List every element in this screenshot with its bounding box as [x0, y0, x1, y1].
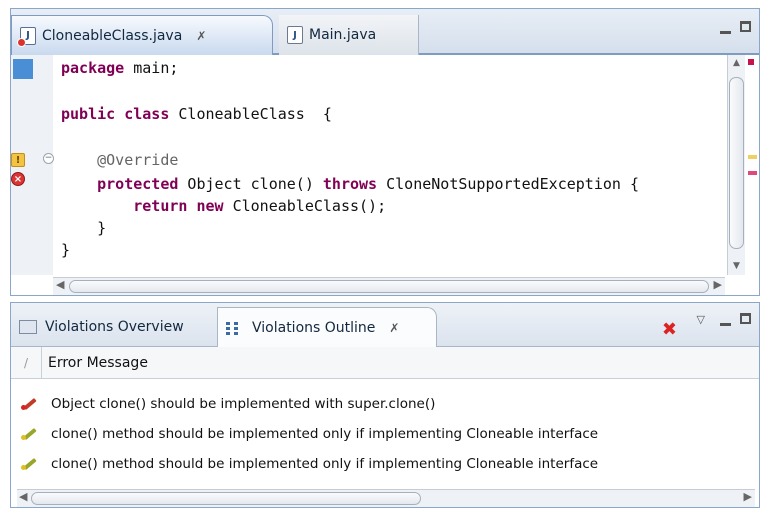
scroll-right-icon[interactable]: ▶ [714, 278, 722, 291]
vertical-scrollbar[interactable]: ▲ ▼ [727, 55, 745, 275]
violation-message: Object clone() should be implemented wit… [51, 396, 436, 412]
code-text: CloneNotSupportedException { [377, 175, 639, 193]
violations-view: Violations Overview Violations Outline ✗… [10, 302, 760, 508]
error-overview-mark[interactable] [748, 171, 757, 175]
table-header: / Error Message [11, 347, 759, 379]
violations-tab-bar: Violations Overview Violations Outline ✗… [11, 303, 759, 347]
code-line[interactable]: @Override [61, 151, 178, 169]
warning-overview-mark[interactable] [748, 155, 757, 159]
column-header-error-message[interactable]: Error Message [41, 347, 148, 378]
fold-collapse-icon[interactable]: − [43, 153, 54, 164]
error-overview-mark[interactable] [748, 59, 754, 65]
code-keyword: return new [61, 197, 224, 215]
scroll-left-icon[interactable]: ◀ [19, 490, 27, 503]
remove-violation-icon[interactable]: ✖ [662, 319, 677, 340]
scroll-thumb[interactable] [69, 280, 709, 293]
horizontal-scrollbar[interactable]: ◀ ▶ [17, 489, 755, 507]
error-violation-icon [21, 396, 37, 412]
view-menu-icon[interactable]: ▽ [697, 313, 705, 326]
overview-ruler[interactable] [745, 55, 759, 275]
code-keyword: package [61, 59, 125, 77]
tab-label: CloneableClass.java [42, 27, 183, 44]
violation-message: clone() method should be implemented onl… [51, 426, 599, 442]
scroll-thumb[interactable] [31, 492, 421, 505]
tab-cloneableclass-java[interactable]: J CloneableClass.java ✗ [11, 15, 273, 55]
violation-message: clone() method should be implemented onl… [51, 456, 599, 472]
code-line[interactable]: public class CloneableClass { [61, 105, 332, 123]
code-keyword: throws [322, 175, 378, 193]
tab-label: Violations Overview [45, 319, 184, 335]
scroll-down-icon[interactable]: ▼ [730, 260, 743, 273]
tab-label: Violations Outline [252, 319, 376, 336]
code-text: CloneableClass { [169, 105, 332, 123]
maximize-icon[interactable] [740, 21, 751, 36]
tab-label: Main.java [309, 27, 377, 43]
code-text: } [61, 241, 71, 259]
code-line[interactable]: return new CloneableClass(); [61, 197, 386, 215]
horizontal-scrollbar[interactable]: ◀ ▶ [53, 277, 725, 295]
code-annotation: @Override [61, 151, 179, 169]
editor-body: ! × − package main; public class Cloneabl… [11, 55, 759, 297]
warning-icon[interactable]: ! [11, 153, 25, 167]
outline-icon [226, 321, 244, 335]
code-line[interactable]: protected Object clone() throws CloneNot… [61, 175, 639, 193]
maximize-icon[interactable] [740, 313, 751, 328]
tab-violations-overview[interactable]: Violations Overview [11, 307, 215, 347]
minimize-icon[interactable] [720, 23, 731, 38]
tab-violations-outline[interactable]: Violations Outline ✗ [217, 307, 437, 347]
code-line[interactable]: } [61, 219, 106, 237]
code-text: } [61, 219, 107, 237]
table-row[interactable]: clone() method should be implemented onl… [11, 449, 741, 479]
code-keyword: protected [61, 175, 179, 193]
code-text-area[interactable]: package main; public class CloneableClass… [61, 57, 725, 275]
code-line[interactable]: package main; [61, 59, 178, 77]
java-file-icon: J [287, 26, 303, 44]
vertical-ruler: ! × − [11, 55, 54, 275]
tab-main-java[interactable]: J Main.java [279, 15, 419, 55]
code-line[interactable]: } [61, 241, 70, 259]
scroll-up-icon[interactable]: ▲ [730, 57, 743, 70]
sort-icon[interactable]: / [11, 356, 41, 370]
code-text: main; [124, 59, 179, 77]
warning-violation-icon [21, 426, 37, 442]
tab-close-icon[interactable]: ✗ [196, 29, 206, 43]
code-text: CloneableClass(); [223, 197, 387, 215]
scroll-left-icon[interactable]: ◀ [56, 278, 64, 291]
table-view-icon [19, 320, 37, 334]
error-icon[interactable]: × [11, 172, 25, 186]
java-editor-view: J CloneableClass.java ✗ J Main.java ! × … [10, 8, 760, 296]
scroll-thumb[interactable] [729, 77, 744, 249]
current-line-highlight [13, 59, 33, 79]
code-keyword: public class [61, 105, 170, 123]
code-text: Object clone() [178, 175, 323, 193]
scroll-right-icon[interactable]: ▶ [744, 490, 752, 503]
minimize-icon[interactable] [720, 315, 731, 330]
table-row[interactable]: clone() method should be implemented onl… [11, 419, 741, 449]
table-row[interactable]: Object clone() should be implemented wit… [11, 389, 741, 419]
editor-tab-bar: J CloneableClass.java ✗ J Main.java [11, 9, 759, 55]
tab-close-icon[interactable]: ✗ [389, 321, 399, 335]
java-file-error-icon: J [17, 26, 36, 47]
warning-violation-icon [21, 456, 37, 472]
